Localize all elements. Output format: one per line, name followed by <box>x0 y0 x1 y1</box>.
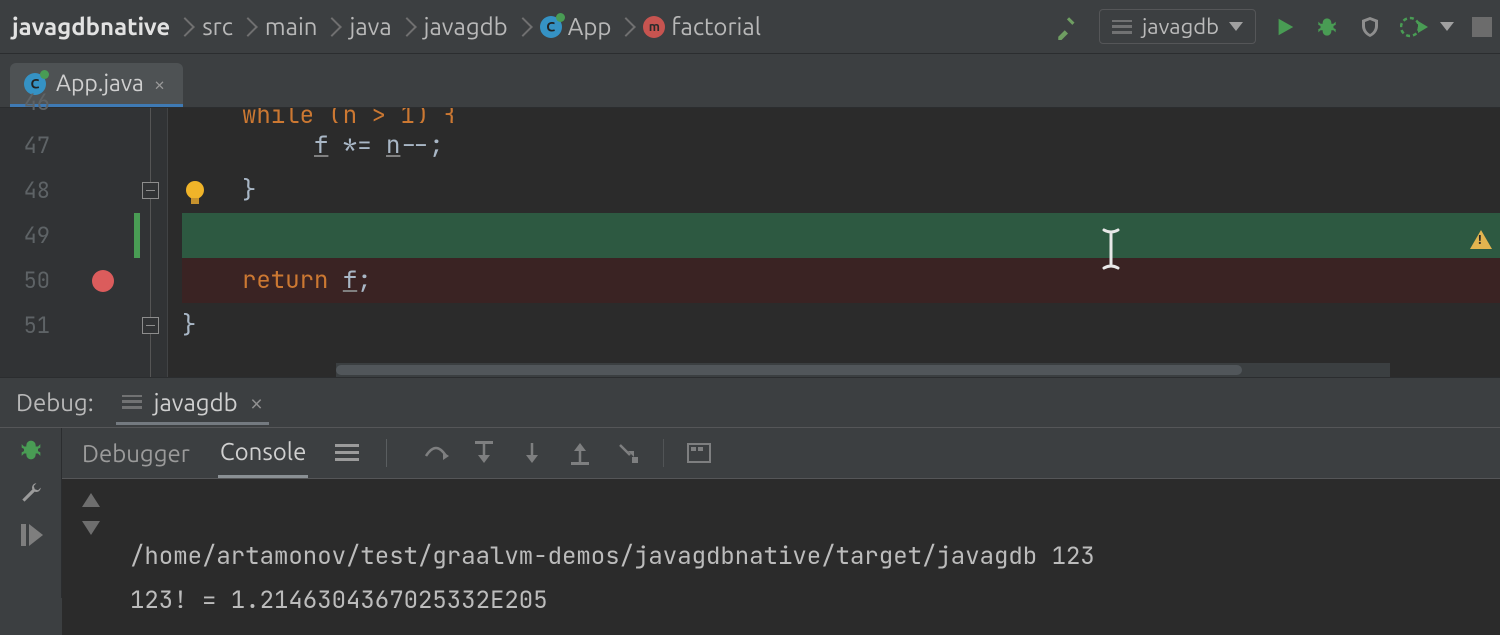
fold-handle-icon[interactable] <box>142 317 159 334</box>
code-text: } <box>182 175 256 206</box>
debug-icon[interactable] <box>1314 14 1340 40</box>
close-icon[interactable]: × <box>250 389 264 416</box>
console-line: /home/artamonov/test/graalvm-demos/javag… <box>130 541 1095 572</box>
breadcrumb-method[interactable]: m factorial <box>643 13 761 40</box>
line-number: 49 <box>0 221 60 250</box>
code-text: f <box>343 265 357 296</box>
chevron-right-icon <box>238 17 258 37</box>
chevron-right-icon <box>323 17 343 37</box>
step-out-icon[interactable] <box>567 440 593 466</box>
method-icon: m <box>643 16 665 38</box>
evaluate-icon[interactable] <box>686 440 712 466</box>
line-number: 48 <box>0 176 60 205</box>
code-text: return <box>242 265 343 296</box>
file-tab-label: App.java <box>56 71 144 96</box>
step-over-icon[interactable] <box>423 440 449 466</box>
breadcrumb-item[interactable]: java <box>349 13 391 40</box>
console-output[interactable]: /home/artamonov/test/graalvm-demos/javag… <box>120 479 1105 635</box>
application-icon <box>122 395 142 409</box>
scrollbar-thumb[interactable] <box>336 365 1242 375</box>
step-into-icon[interactable] <box>471 440 497 466</box>
run-config-name: javagdb <box>1142 14 1219 39</box>
breakpoint-line: return f; <box>182 258 1500 303</box>
run-to-cursor-icon[interactable] <box>615 440 641 466</box>
code-text: *= <box>328 130 386 161</box>
step-tools <box>423 439 712 467</box>
debug-title: Debug: <box>16 389 94 416</box>
editor-tab-row: App.java × <box>0 54 1500 108</box>
chevron-down-icon[interactable] <box>1440 22 1454 31</box>
console: /home/artamonov/test/graalvm-demos/javag… <box>62 479 1500 635</box>
warning-icon[interactable] <box>1470 230 1492 249</box>
debug-panel: Debugger Console /home/artamonov/test <box>0 428 1500 598</box>
debug-session-tab[interactable]: javagdb × <box>116 381 270 425</box>
chevron-right-icon <box>397 17 417 37</box>
code-area[interactable]: while (n > 1) { f *= n--; } return f; } <box>168 108 1500 377</box>
breadcrumb-item[interactable]: src <box>202 13 233 40</box>
code-editor[interactable]: 46 47 48 49 50 51 while (n > 1) { f * <box>0 108 1500 378</box>
line-number: 50 <box>0 266 60 295</box>
breadcrumb-root[interactable]: javagdbnative <box>12 13 170 40</box>
horizontal-scrollbar[interactable] <box>336 363 1390 377</box>
line-number: 46 <box>0 88 60 117</box>
class-icon <box>540 16 562 38</box>
resume-icon[interactable] <box>19 522 43 548</box>
force-step-into-icon[interactable] <box>519 440 545 466</box>
debug-session-name: javagdb <box>154 389 238 416</box>
code-text: } <box>182 310 196 341</box>
line-number: 47 <box>0 131 60 160</box>
breadcrumb-item[interactable]: main <box>265 13 318 40</box>
console-gutter <box>62 479 120 635</box>
editor-gutter[interactable]: 46 47 48 49 50 51 <box>0 108 168 377</box>
tab-debugger[interactable]: Debugger <box>80 430 192 477</box>
rerun-debug-icon[interactable] <box>17 436 45 464</box>
coverage-icon[interactable] <box>1358 14 1382 40</box>
chevron-right-icon <box>175 17 195 37</box>
console-line: 123! = 1.2146304367025332E205 <box>130 585 548 616</box>
breadcrumbs: javagdbnative src main java javagdb App … <box>12 13 761 40</box>
build-icon[interactable] <box>1055 14 1081 40</box>
menu-icon[interactable] <box>334 440 360 466</box>
scroll-up-icon[interactable] <box>82 493 100 507</box>
stop-icon[interactable] <box>1472 17 1492 37</box>
tab-console[interactable]: Console <box>218 428 308 478</box>
breadcrumb-class[interactable]: App <box>540 13 612 40</box>
scroll-down-icon[interactable] <box>82 521 100 535</box>
profile-run-icon[interactable] <box>1400 14 1430 40</box>
top-actions: javagdb <box>1055 9 1492 44</box>
settings-icon[interactable] <box>18 480 44 506</box>
close-icon[interactable]: × <box>154 72 165 95</box>
code-text: while (n > 1) { <box>242 108 458 123</box>
debug-side-toolbar <box>0 428 62 598</box>
code-text: f <box>314 130 328 161</box>
breakpoint-icon[interactable] <box>92 270 114 292</box>
breadcrumb-item[interactable]: javagdb <box>424 13 508 40</box>
execution-line <box>182 213 1500 258</box>
code-text: ; <box>357 265 371 296</box>
chevron-down-icon <box>1229 22 1243 31</box>
chevron-right-icon <box>617 17 637 37</box>
code-text: --; <box>400 130 443 161</box>
run-icon[interactable] <box>1274 15 1296 39</box>
debug-panel-header: Debug: javagdb × <box>0 378 1500 428</box>
line-number: 51 <box>0 311 60 340</box>
chevron-right-icon <box>513 17 533 37</box>
debug-tabs: Debugger Console <box>62 428 1500 479</box>
code-text: n <box>386 130 400 161</box>
fold-handle-icon[interactable] <box>142 182 159 199</box>
top-toolbar: javagdbnative src main java javagdb App … <box>0 0 1500 54</box>
run-config-selector[interactable]: javagdb <box>1099 9 1256 44</box>
application-icon <box>1112 20 1132 34</box>
